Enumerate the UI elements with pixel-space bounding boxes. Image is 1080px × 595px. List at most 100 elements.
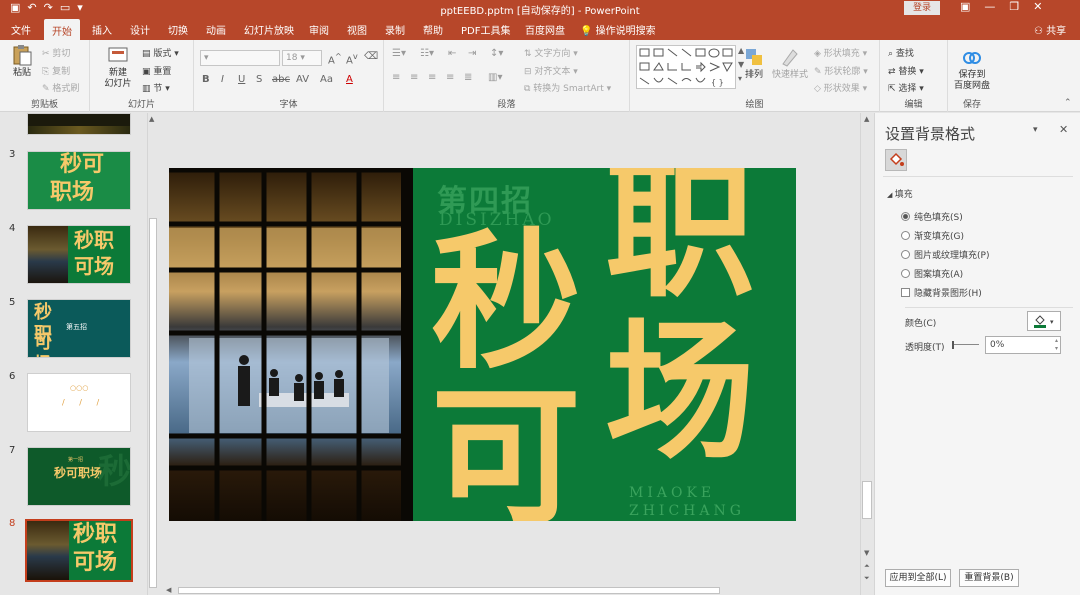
- underline-button[interactable]: U: [238, 74, 245, 85]
- login-button[interactable]: 登录: [904, 1, 940, 15]
- font-color-button[interactable]: A: [346, 74, 353, 85]
- apply-to-all-button[interactable]: 应用到全部(L): [885, 569, 951, 587]
- shape-outline-button[interactable]: ✎ 形状轮廓 ▾: [814, 64, 868, 77]
- close-panel-button[interactable]: ✕: [1059, 123, 1068, 136]
- save-to-baidu-button[interactable]: 保存到 百度网盘: [950, 46, 994, 92]
- slide-8[interactable]: 第四招 DISIZHAO 职 秒 场 可 MIAOKE ZHICHANG: [169, 168, 796, 521]
- close-button[interactable]: ✕: [1033, 0, 1056, 13]
- layout-button[interactable]: ▤ 版式 ▾: [142, 46, 179, 59]
- quick-styles-button[interactable]: 快速样式: [770, 46, 810, 81]
- shrink-font-icon[interactable]: Av: [346, 51, 358, 66]
- reset-background-button[interactable]: 重置背景(B): [959, 569, 1019, 587]
- new-slide-button[interactable]: 新建 幻灯片: [98, 44, 138, 90]
- char-spacing-button[interactable]: AV: [296, 74, 309, 85]
- scrollbar-thumb[interactable]: [178, 587, 720, 594]
- scroll-down-icon[interactable]: ▼: [864, 549, 869, 557]
- section-button[interactable]: ▥ 节 ▾: [142, 81, 170, 94]
- scrollbar-thumb[interactable]: [862, 481, 872, 519]
- thumbnail-5[interactable]: 秒 职 第五招 可 场: [27, 299, 131, 358]
- panel-options-icon[interactable]: ▾: [1033, 125, 1038, 135]
- picture-fill-option[interactable]: 图片或纹理填充(P): [901, 248, 989, 261]
- tab-home[interactable]: 开始: [44, 19, 80, 40]
- change-case-button[interactable]: Aa: [320, 74, 333, 85]
- maximize-button[interactable]: ❐: [1009, 0, 1033, 13]
- tab-help[interactable]: 帮助: [423, 22, 443, 37]
- align-left-icon[interactable]: ≡: [392, 72, 400, 83]
- collapse-ribbon-icon[interactable]: ⌃: [1064, 98, 1072, 108]
- shadow-button[interactable]: S: [256, 74, 262, 85]
- minimize-button[interactable]: —: [984, 0, 1009, 13]
- text-direction-button[interactable]: ⇅ 文字方向 ▾: [524, 46, 578, 59]
- columns-icon[interactable]: ▥▾: [488, 72, 502, 83]
- fill-section-header[interactable]: ◢ 填充: [887, 187, 913, 200]
- thumbnail-8-selected[interactable]: 秒职 可场: [25, 519, 133, 582]
- tab-baidu-netdisk[interactable]: 百度网盘: [525, 22, 565, 37]
- strikethrough-button[interactable]: abc: [272, 74, 290, 85]
- tab-slideshow[interactable]: 幻灯片放映: [244, 22, 294, 37]
- previous-slide-icon[interactable]: ⏶: [864, 562, 870, 571]
- thumbnail-scrollbar[interactable]: ▲: [147, 113, 158, 595]
- copy-button[interactable]: ⎘ 复制: [42, 64, 70, 77]
- tab-file[interactable]: 文件: [11, 22, 31, 37]
- find-button[interactable]: ⌕ 查找: [888, 46, 914, 59]
- ribbon-display-icon[interactable]: ▣: [960, 0, 984, 13]
- increase-indent-icon[interactable]: ⇥: [468, 48, 476, 59]
- scroll-up-icon[interactable]: ▲: [864, 115, 869, 123]
- tab-design[interactable]: 设计: [130, 22, 150, 37]
- tab-animations[interactable]: 动画: [206, 22, 226, 37]
- italic-button[interactable]: I: [221, 74, 224, 85]
- tab-insert[interactable]: 插入: [92, 22, 112, 37]
- align-right-icon[interactable]: ≡: [428, 72, 436, 83]
- scroll-up-icon[interactable]: ▲: [149, 115, 154, 123]
- paste-button[interactable]: 粘贴: [6, 44, 38, 79]
- font-size-combo[interactable]: 18 ▾: [282, 50, 322, 66]
- canvas-vertical-scrollbar[interactable]: ▲ ▼ ⏶ ⏷: [860, 113, 874, 595]
- pattern-fill-option[interactable]: 图案填充(A): [901, 267, 963, 280]
- hide-background-checkbox[interactable]: 隐藏背景图形(H): [901, 286, 982, 299]
- tab-record[interactable]: 录制: [385, 22, 405, 37]
- bullets-icon[interactable]: ☰▾: [392, 48, 406, 59]
- line-spacing-icon[interactable]: ↕▾: [490, 48, 503, 59]
- decrease-indent-icon[interactable]: ⇤: [448, 48, 456, 59]
- format-painter-button[interactable]: ✎ 格式刷: [42, 81, 79, 94]
- thumbnail-7[interactable]: 第一招 秒可职场 秒: [27, 447, 131, 506]
- scrollbar-thumb[interactable]: [149, 218, 157, 588]
- share-button[interactable]: ⚇ 共享: [1034, 22, 1066, 37]
- clear-format-icon[interactable]: ⌫: [364, 51, 378, 62]
- tab-pdf-tools[interactable]: PDF工具集: [461, 22, 510, 37]
- thumbnail-2-partial[interactable]: [27, 113, 131, 135]
- transparency-input[interactable]: 0% ▴ ▾: [985, 336, 1061, 354]
- smartart-button[interactable]: ⧉ 转换为 SmartArt ▾: [524, 81, 611, 94]
- align-center-icon[interactable]: ≡: [410, 72, 418, 83]
- next-slide-icon[interactable]: ⏷: [864, 574, 870, 583]
- tab-view[interactable]: 视图: [347, 22, 367, 37]
- shape-effects-button[interactable]: ◇ 形状效果 ▾: [814, 81, 867, 94]
- numbering-icon[interactable]: ☷▾: [420, 48, 434, 59]
- select-button[interactable]: ⇱ 选择 ▾: [888, 81, 924, 94]
- color-picker-button[interactable]: ▾: [1027, 311, 1061, 331]
- align-text-button[interactable]: ⊟ 对齐文本 ▾: [524, 64, 578, 77]
- reset-button[interactable]: ▣ 重置: [142, 64, 171, 77]
- bold-button[interactable]: B: [202, 74, 210, 85]
- thumbnail-6[interactable]: ○○○ / / /: [27, 373, 131, 432]
- font-name-combo[interactable]: ▾: [200, 50, 280, 66]
- justify-icon[interactable]: ≡: [446, 72, 454, 83]
- fill-icon[interactable]: [885, 149, 907, 171]
- thumbnail-3[interactable]: 秒可 职场: [27, 151, 131, 210]
- transparency-slider[interactable]: [952, 341, 979, 349]
- arrange-button[interactable]: 排列: [742, 46, 766, 81]
- cut-button[interactable]: ✂ 剪切: [42, 46, 70, 59]
- replace-button[interactable]: ⇄ 替换 ▾: [888, 64, 924, 77]
- gradient-fill-option[interactable]: 渐变填充(G): [901, 229, 964, 242]
- tell-me-search[interactable]: 💡 操作说明搜索: [580, 22, 656, 37]
- grow-font-icon[interactable]: A^: [328, 51, 342, 66]
- scroll-left-icon[interactable]: ◀: [166, 586, 171, 594]
- distribute-icon[interactable]: ≣: [464, 72, 472, 83]
- shapes-gallery[interactable]: { }: [636, 45, 736, 89]
- shape-fill-button[interactable]: ◈ 形状填充 ▾: [814, 46, 867, 59]
- tab-transitions[interactable]: 切换: [168, 22, 188, 37]
- solid-fill-option[interactable]: 纯色填充(S): [901, 210, 963, 223]
- thumbnail-4[interactable]: 秒职 可场: [27, 225, 131, 284]
- tab-review[interactable]: 审阅: [309, 22, 329, 37]
- canvas-horizontal-scrollbar[interactable]: ◀: [160, 586, 860, 595]
